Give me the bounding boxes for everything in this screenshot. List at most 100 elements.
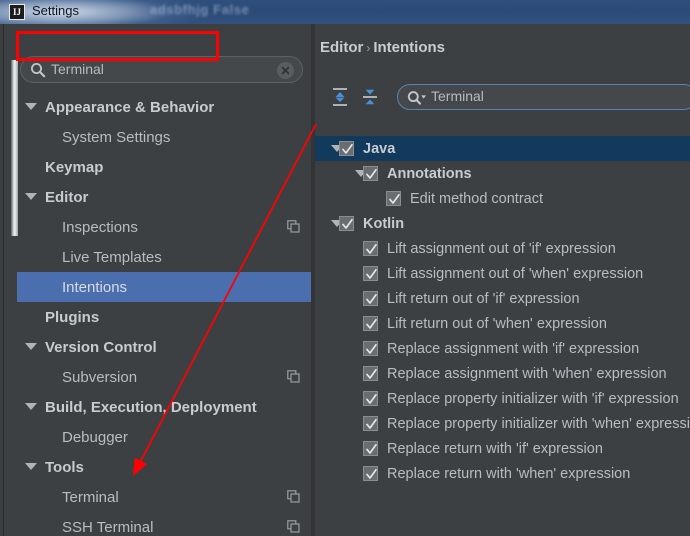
intentions-tree-row[interactable]: Replace return with 'when' expression <box>315 461 690 486</box>
sidebar-item-plugins[interactable]: Plugins <box>17 302 312 332</box>
intentions-tree-row[interactable]: Replace return with 'if' expression <box>315 436 690 461</box>
sidebar-item-label: SSH Terminal <box>62 519 153 536</box>
intellij-logo-text: IJ <box>13 8 21 17</box>
copy-settings-icon[interactable] <box>287 490 300 503</box>
intentions-tree-row[interactable]: Kotlin <box>315 211 690 236</box>
sidebar-item-build-execution-deployment[interactable]: Build, Execution, Deployment <box>17 392 312 422</box>
intentions-tree-label: Replace return with 'if' expression <box>387 441 603 457</box>
settings-search-field[interactable]: Terminal <box>20 56 303 83</box>
intentions-detail-panel: Editor›Intentions <box>315 24 690 536</box>
intentions-tree-label: Replace property initializer with 'when'… <box>387 416 690 432</box>
sidebar-item-label: Editor <box>45 189 88 206</box>
intentions-tree-row[interactable]: Lift return out of 'when' expression <box>315 311 690 336</box>
intentions-tree-row[interactable]: Replace property initializer with 'when'… <box>315 411 690 436</box>
checkbox-checked-icon[interactable] <box>363 366 378 381</box>
sidebar-item-label: Keymap <box>45 159 103 176</box>
checkbox-checked-icon[interactable] <box>363 441 378 456</box>
intentions-search-field[interactable]: Terminal <box>397 84 690 110</box>
checkbox-checked-icon[interactable] <box>339 141 354 156</box>
expand-all-icon[interactable] <box>328 85 352 109</box>
sidebar-item-label: Tools <box>45 459 84 476</box>
titlebar-background-text: adsbfhjg False <box>150 2 249 17</box>
sidebar-item-version-control[interactable]: Version Control <box>17 332 312 362</box>
chevron-down-icon[interactable] <box>25 403 37 410</box>
copy-settings-icon[interactable] <box>287 520 300 533</box>
checkbox-checked-icon[interactable] <box>363 341 378 356</box>
search-icon <box>30 62 46 78</box>
intentions-tree-row[interactable]: Annotations <box>315 161 690 186</box>
checkbox-checked-icon[interactable] <box>363 166 378 181</box>
sidebar-item-terminal[interactable]: Terminal <box>17 482 312 512</box>
sidebar-item-label: System Settings <box>62 129 170 146</box>
intentions-tree-label: Replace assignment with 'if' expression <box>387 341 639 357</box>
sidebar-item-subversion[interactable]: Subversion <box>17 362 312 392</box>
sidebar-item-debugger[interactable]: Debugger <box>17 422 312 452</box>
intellij-logo-icon: IJ <box>9 4 25 20</box>
sidebar-item-keymap[interactable]: Keymap <box>17 152 312 182</box>
sidebar-item-ssh-terminal[interactable]: SSH Terminal <box>17 512 312 536</box>
sidebar-item-label: Terminal <box>62 489 119 506</box>
intentions-tree-row[interactable]: Lift assignment out of 'if' expression <box>315 236 690 261</box>
checkbox-checked-icon[interactable] <box>363 466 378 481</box>
intentions-tree-label: Lift assignment out of 'if' expression <box>387 241 616 257</box>
window-title: Settings <box>32 3 79 18</box>
intentions-tree-label: Java <box>363 141 395 157</box>
collapse-all-icon[interactable] <box>358 85 382 109</box>
checkbox-checked-icon[interactable] <box>363 291 378 306</box>
chevron-down-icon[interactable] <box>25 343 37 350</box>
window-titlebar: adsbfhjg False IJ Settings <box>0 0 690 24</box>
intentions-tree-label: Replace assignment with 'when' expressio… <box>387 366 667 382</box>
breadcrumb-current: Intentions <box>373 39 445 56</box>
intentions-search-value: Terminal <box>431 88 484 104</box>
intentions-tree-label: Replace property initializer with 'if' e… <box>387 391 679 407</box>
checkbox-checked-icon[interactable] <box>363 416 378 431</box>
sidebar-scrollbar-track[interactable] <box>7 24 16 536</box>
checkbox-checked-icon[interactable] <box>363 391 378 406</box>
sidebar-item-tools[interactable]: Tools <box>17 452 312 482</box>
checkbox-checked-icon[interactable] <box>339 216 354 231</box>
sidebar-item-live-templates[interactable]: Live Templates <box>17 242 312 272</box>
breadcrumb: Editor›Intentions <box>320 39 445 56</box>
sidebar-item-inspections[interactable]: Inspections <box>17 212 312 242</box>
chevron-down-icon[interactable] <box>25 193 37 200</box>
copy-settings-icon[interactable] <box>287 370 300 383</box>
intentions-tree-label: Edit method contract <box>410 191 543 207</box>
sidebar-item-label: Debugger <box>62 429 128 446</box>
sidebar-item-editor[interactable]: Editor <box>17 182 312 212</box>
settings-dialog: adsbfhjg False IJ Settings Terminal <box>0 0 690 536</box>
settings-sidebar-panel: Terminal Appearance & Behavior System Set… <box>3 24 311 536</box>
checkbox-checked-icon[interactable] <box>363 316 378 331</box>
intentions-tree-label: Lift return out of 'when' expression <box>387 316 607 332</box>
sidebar-item-label: Subversion <box>62 369 137 386</box>
intentions-tree-row[interactable]: Lift assignment out of 'when' expression <box>315 261 690 286</box>
checkbox-checked-icon[interactable] <box>363 266 378 281</box>
intentions-tree-label: Annotations <box>387 166 472 182</box>
intentions-tree-row[interactable]: Edit method contract <box>315 186 690 211</box>
dialog-body: Terminal Appearance & Behavior System Set… <box>0 24 690 536</box>
sidebar-item-appearance-behavior[interactable]: Appearance & Behavior <box>17 92 312 122</box>
sidebar-item-label: Plugins <box>45 309 99 326</box>
intentions-tree-row[interactable]: Replace assignment with 'if' expression <box>315 336 690 361</box>
sidebar-item-label: Appearance & Behavior <box>45 99 214 116</box>
sidebar-item-label: Build, Execution, Deployment <box>45 399 257 416</box>
intentions-tree-row[interactable]: Replace assignment with 'when' expressio… <box>315 361 690 386</box>
intentions-tree-row[interactable]: Replace property initializer with 'if' e… <box>315 386 690 411</box>
sidebar-item-system-settings[interactable]: System Settings <box>17 122 312 152</box>
chevron-down-icon[interactable] <box>25 103 37 110</box>
search-dropdown-icon[interactable] <box>407 90 427 106</box>
checkbox-checked-icon[interactable] <box>363 241 378 256</box>
intentions-tree-label: Lift return out of 'if' expression <box>387 291 580 307</box>
sidebar-item-label: Intentions <box>62 279 127 296</box>
intentions-tree-row[interactable]: Java <box>315 136 690 161</box>
settings-category-tree: Appearance & Behavior System Settings Keym… <box>17 92 312 532</box>
breadcrumb-separator-icon: › <box>363 41 373 55</box>
clear-circle-icon[interactable] <box>277 62 294 79</box>
intentions-tree-label: Kotlin <box>363 216 404 232</box>
intentions-tree-row[interactable]: Lift return out of 'if' expression <box>315 286 690 311</box>
sidebar-item-intentions[interactable]: Intentions <box>17 272 312 302</box>
chevron-down-icon[interactable] <box>25 463 37 470</box>
breadcrumb-parent[interactable]: Editor <box>320 39 363 56</box>
copy-settings-icon[interactable] <box>287 220 300 233</box>
intentions-toolbar: Terminal <box>315 80 690 114</box>
checkbox-checked-icon[interactable] <box>386 191 401 206</box>
